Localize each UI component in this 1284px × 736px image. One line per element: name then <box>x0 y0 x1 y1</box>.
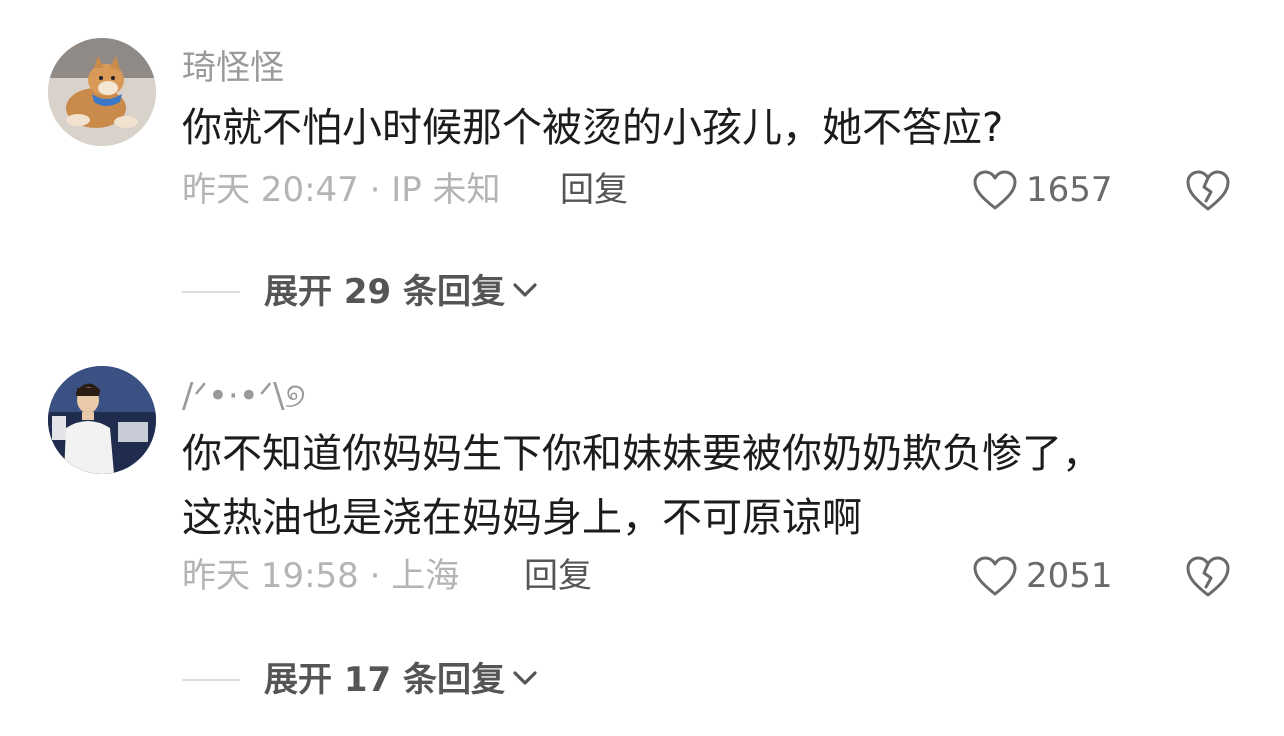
comment-text-line: 这热油也是浇在妈妈身上，不可原谅啊 <box>182 495 862 541</box>
username[interactable]: /ᐟ•·•ᐟ\୭ <box>182 372 305 420</box>
comment-text-line: 你就不怕小时候那个被烫的小孩儿，她不答应? <box>182 105 1004 151</box>
comment-list: 琦怪怪 你就不怕小时候那个被烫的小孩儿，她不答应? 昨天 20:47 · IP … <box>0 0 1284 736</box>
divider-line <box>182 291 240 293</box>
divider-line <box>182 679 240 681</box>
expand-replies-label: 展开 17 条回复 <box>264 660 505 700</box>
broken-heart-icon <box>1186 556 1230 597</box>
reply-button[interactable]: 回复 <box>524 552 592 600</box>
heart-outline-icon <box>973 556 1017 596</box>
timestamp: 昨天 20:47 · IP 未知 <box>182 170 501 210</box>
chevron-down-icon <box>511 668 539 692</box>
like-button[interactable]: 1657 <box>972 166 1113 214</box>
avatar[interactable] <box>48 38 156 146</box>
heart-outline-icon <box>973 170 1017 210</box>
comment-meta: 昨天 19:58 · 上海 回复 2051 <box>182 552 1262 600</box>
username[interactable]: 琦怪怪 <box>182 44 284 92</box>
avatar[interactable] <box>48 366 156 474</box>
like-count: 1657 <box>1026 170 1113 210</box>
shiba-dog-avatar-image <box>48 38 156 146</box>
expand-replies-label: 展开 29 条回复 <box>264 272 505 312</box>
reply-button[interactable]: 回复 <box>560 166 628 214</box>
comment-text-line: 你不知道你妈妈生下你和妹妹要被你奶奶欺负惨了， <box>182 431 1102 477</box>
expand-replies: 展开 17 条回复 <box>182 656 539 704</box>
comment-text: 你就不怕小时候那个被烫的小孩儿，她不答应? <box>182 96 1003 160</box>
like-count: 2051 <box>1026 556 1113 596</box>
like-button[interactable]: 2051 <box>972 552 1113 600</box>
expand-replies: 展开 29 条回复 <box>182 268 539 316</box>
dislike-button[interactable] <box>1184 167 1232 213</box>
dislike-button[interactable] <box>1184 553 1232 599</box>
timestamp: 昨天 19:58 · 上海 <box>182 556 460 596</box>
person-night-avatar-image <box>48 366 156 474</box>
expand-replies-button[interactable]: 展开 17 条回复 <box>264 656 539 704</box>
broken-heart-icon <box>1186 170 1230 211</box>
comment-text: 你不知道你妈妈生下你和妹妹要被你奶奶欺负惨了， 这热油也是浇在妈妈身上，不可原谅… <box>182 422 1102 550</box>
comment-meta: 昨天 20:47 · IP 未知 回复 1657 <box>182 166 1262 214</box>
expand-replies-button[interactable]: 展开 29 条回复 <box>264 268 539 316</box>
chevron-down-icon <box>511 280 539 304</box>
